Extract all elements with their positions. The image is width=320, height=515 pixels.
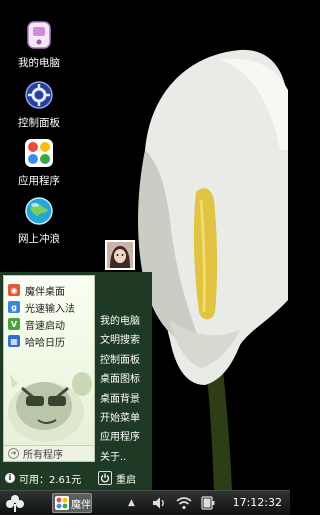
- info-icon: i: [5, 473, 15, 483]
- mascot-illustration: [8, 372, 92, 442]
- user-avatar[interactable]: [105, 240, 135, 270]
- start-menu-footer: i 可用：2.61元 重启: [0, 466, 152, 490]
- taskbar-app-label: 魔伴: [71, 499, 91, 511]
- menu-item-label: 音速启动: [25, 320, 65, 332]
- speaker-icon[interactable]: [152, 496, 166, 510]
- start-menu: ◉ 魔伴桌面 g 光速输入法 V 音速启动 ▦ 哈哈日历 ➜ 所有程序 我的电脑…: [0, 240, 152, 490]
- menu-link-desktop-icons[interactable]: 桌面图标: [97, 370, 152, 389]
- calendar-icon: ▦: [8, 335, 20, 347]
- all-programs-button[interactable]: ➜ 所有程序: [4, 445, 94, 461]
- mobile-desktop-icon: ◉: [8, 284, 20, 296]
- menu-item-input-method[interactable]: g 光速输入法: [8, 299, 94, 315]
- control-panel-icon: [25, 81, 53, 109]
- desktop-icon-label: 网上冲浪: [18, 233, 60, 245]
- tray-expand-icon[interactable]: ▲: [128, 498, 135, 508]
- app-icon: [55, 496, 69, 510]
- desktop-icon-label: 应用程序: [18, 175, 60, 187]
- desktop-icon-control-panel[interactable]: 控制面板: [8, 80, 70, 130]
- apps-icon: [25, 139, 53, 167]
- taskbar-app-button[interactable]: 魔伴: [52, 493, 92, 513]
- battery-icon[interactable]: [200, 496, 216, 510]
- menu-link-desktop-background[interactable]: 桌面背景: [97, 390, 152, 409]
- menu-link-my-computer[interactable]: 我的电脑: [97, 312, 152, 331]
- wifi-icon[interactable]: [176, 496, 192, 510]
- desktop-icon-applications[interactable]: 应用程序: [8, 138, 70, 188]
- clock[interactable]: 17:12:32: [233, 496, 282, 509]
- menu-item-calendar[interactable]: ▦ 哈哈日历: [8, 333, 94, 349]
- all-programs-label: 所有程序: [23, 450, 63, 461]
- globe-icon: [25, 197, 53, 225]
- start-button-clover-icon[interactable]: [5, 494, 25, 513]
- start-menu-right-pane: 我的电脑 文明搜索 控制面板 桌面图标 桌面背景 开始菜单 应用程序 关于..: [97, 312, 152, 467]
- desktop-icon-my-computer[interactable]: 我的电脑: [8, 20, 70, 70]
- taskbar: 魔伴 ▲ 17:12:32: [0, 490, 290, 515]
- menu-item-mobile-desktop[interactable]: ◉ 魔伴桌面: [8, 282, 94, 298]
- menu-link-start-menu[interactable]: 开始菜单: [97, 409, 152, 428]
- menu-item-label: 哈哈日历: [25, 337, 65, 349]
- reboot-button[interactable]: 重启: [98, 469, 136, 487]
- menu-link-applications[interactable]: 应用程序: [97, 428, 152, 447]
- desktop-icon-label: 我的电脑: [18, 57, 60, 69]
- menu-item-quick-launch[interactable]: V 音速启动: [8, 316, 94, 332]
- menu-link-control-panel[interactable]: 控制面板: [97, 351, 152, 370]
- reboot-label: 重启: [116, 474, 136, 486]
- desktop-icon-web-surfing[interactable]: 网上冲浪: [8, 196, 70, 246]
- computer-icon: [27, 21, 51, 49]
- user-photo-icon: [107, 242, 133, 268]
- menu-item-label: 魔伴桌面: [25, 286, 65, 298]
- desktop-icon-label: 控制面板: [18, 117, 60, 129]
- menu-link-search[interactable]: 文明搜索: [97, 331, 152, 350]
- arrow-right-icon: ➜: [8, 448, 19, 459]
- available-memory: 可用：2.61元: [19, 474, 82, 486]
- quick-launch-icon: V: [8, 318, 20, 330]
- power-icon: [98, 471, 112, 485]
- menu-item-label: 光速输入法: [25, 303, 75, 315]
- input-method-icon: g: [8, 301, 20, 313]
- menu-link-about[interactable]: 关于..: [97, 448, 152, 467]
- start-menu-left-pane: ◉ 魔伴桌面 g 光速输入法 V 音速启动 ▦ 哈哈日历 ➜ 所有程序: [3, 275, 95, 462]
